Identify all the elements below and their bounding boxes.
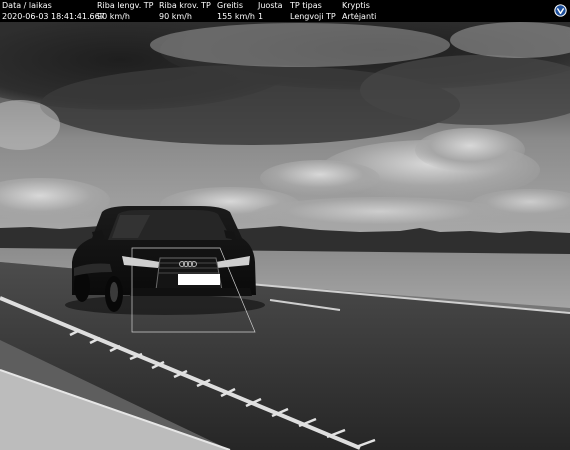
- info-value-direction: Artėjanti: [342, 12, 377, 21]
- speed-camera-frame: Data / laikas 2020-06-03 18:41:41.667 Ri…: [0, 0, 570, 450]
- camera-info-bar: Data / laikas 2020-06-03 18:41:41.667 Ri…: [0, 0, 570, 22]
- info-lane: Juosta 1: [258, 0, 283, 22]
- info-label-speed: Greitis: [217, 1, 243, 10]
- info-value-vehicle-type: Lengvoji TP: [290, 12, 336, 21]
- info-direction: Kryptis Artėjanti: [342, 0, 376, 22]
- info-value-lane: 1: [258, 12, 264, 21]
- info-truck-limit: Riba krov. TP 90 km/h: [159, 0, 211, 22]
- info-label-truck-limit: Riba krov. TP: [159, 1, 211, 10]
- info-vehicle-type: TP tipas Lengvoji TP: [290, 0, 336, 22]
- info-value-car-limit: 90 km/h: [97, 12, 130, 21]
- road-scene: [0, 22, 570, 450]
- info-speed: Greitis 155 km/h: [217, 0, 255, 22]
- info-value-speed: 155 km/h: [217, 12, 256, 21]
- info-label-lane: Juosta: [258, 1, 283, 10]
- info-date-time: Data / laikas 2020-06-03 18:41:41.667: [2, 0, 105, 22]
- info-label-date: Data / laikas: [2, 1, 52, 10]
- info-value-date: 2020-06-03 18:41:41.667: [2, 12, 105, 21]
- shield-checkmark-icon: [554, 4, 567, 17]
- info-value-truck-limit: 90 km/h: [159, 12, 192, 21]
- info-label-car-limit: Riba lengv. TP: [97, 1, 154, 10]
- info-label-direction: Kryptis: [342, 1, 370, 10]
- info-label-vehicle-type: TP tipas: [290, 1, 322, 10]
- info-car-limit: Riba lengv. TP 90 km/h: [97, 0, 154, 22]
